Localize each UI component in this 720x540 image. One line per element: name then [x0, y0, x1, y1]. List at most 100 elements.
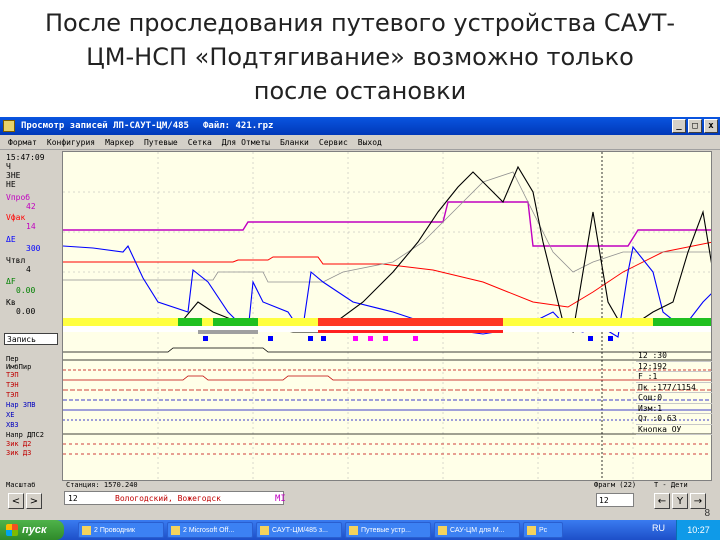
- status-segment-green: [653, 318, 711, 326]
- station-mi: MI: [275, 494, 286, 504]
- app-window: Просмотр записей ЛП-САУТ-ЦМ/485 Файл: 42…: [0, 117, 720, 520]
- taskbar-item-label: САУТ-ЦМ/485 з...: [272, 526, 328, 534]
- speed-limit-line: [63, 201, 711, 247]
- window-title: Просмотр записей ЛП-САУТ-ЦМ/485: [21, 121, 189, 131]
- brake-value: 4: [26, 265, 31, 274]
- station-number: 12: [68, 494, 78, 503]
- app-icon: [3, 120, 15, 132]
- vfact-label: Vфак: [6, 213, 26, 222]
- status-segment-green: [178, 318, 202, 326]
- menu-item-blanks[interactable]: Бланки: [280, 138, 309, 147]
- parameter-panel: 15:47:09 Ч ЗНЕ НЕ Vпроб 42 Vфак 14 ΔE 30…: [0, 151, 62, 431]
- fragment-input[interactable]: 12: [596, 493, 634, 507]
- scale-left-button[interactable]: <: [8, 493, 24, 509]
- channel-label: Зик Д2: [6, 440, 32, 448]
- info-row: Кнопка ОУ: [636, 425, 712, 435]
- status-segment-gray: [198, 330, 258, 334]
- info-row: Изм:1: [636, 404, 712, 414]
- df-label: ΔF: [6, 277, 16, 286]
- taskbar-item[interactable]: 2 Microsoft Off...: [167, 522, 253, 538]
- slide-title-line-3: после остановки: [253, 77, 467, 105]
- window-titlebar[interactable]: Просмотр записей ЛП-САУТ-ЦМ/485 Файл: 42…: [0, 117, 720, 135]
- info-row: Qт :0.63: [636, 414, 712, 425]
- channel-label: Пер: [6, 355, 19, 363]
- de-value: 300: [26, 244, 41, 253]
- menu-item-config[interactable]: Конфигурия: [47, 138, 95, 147]
- channel-traces: [63, 347, 711, 455]
- taskbar-item[interactable]: САУТ-ЦМ/485 з...: [256, 522, 342, 538]
- windows-logo-icon: [6, 524, 18, 536]
- status-segment-red: [318, 330, 503, 333]
- de-label: ΔE: [6, 235, 16, 244]
- menu-item-exit[interactable]: Выход: [358, 138, 382, 147]
- slide-title-line-1: После проследования путевого устройства …: [44, 9, 676, 37]
- channel-label: ТЭЛ: [6, 391, 19, 399]
- language-indicator[interactable]: RU: [652, 523, 665, 533]
- step-mid-button[interactable]: Y: [672, 493, 688, 509]
- minimize-button[interactable]: _: [672, 119, 686, 133]
- time-readout: 15:47:09: [6, 153, 45, 162]
- menu-item-marks[interactable]: Для Отметы: [222, 138, 270, 147]
- menu-item-marker[interactable]: Маркер: [105, 138, 134, 147]
- event-marks: [203, 336, 613, 341]
- menu-item-service[interactable]: Сервис: [319, 138, 348, 147]
- channel-label: ТЭП: [6, 371, 19, 379]
- office-icon: [171, 525, 180, 535]
- kv-value: 0.00: [16, 307, 36, 316]
- brake-label: Чтвл: [6, 256, 26, 265]
- record-button[interactable]: Запись: [4, 333, 58, 345]
- taskbar-item[interactable]: 2 Проводник: [78, 522, 164, 538]
- vproj-label: Vпроб: [6, 193, 31, 202]
- info-row: Сош:0: [636, 393, 712, 404]
- menu-item-format[interactable]: Формат: [8, 138, 37, 147]
- recording-plot[interactable]: [62, 151, 712, 481]
- app-icon: [527, 525, 536, 535]
- taskbar-item-label: Рс: [539, 526, 548, 534]
- start-button[interactable]: пуск: [0, 520, 64, 540]
- start-label: пуск: [22, 524, 47, 536]
- page-number: 8: [704, 508, 710, 519]
- bottom-controls: Масштаб < > Станция: 1570.240 12 Вологод…: [0, 481, 720, 520]
- taskbar-item-label: 2 Проводник: [94, 526, 135, 534]
- taskbar-item[interactable]: САУ-ЦМ для М...: [434, 522, 520, 538]
- step-prev-button[interactable]: ←: [654, 493, 670, 509]
- slide-title: После проследования путевого устройства …: [0, 6, 720, 118]
- status-segment-red: [318, 318, 503, 326]
- station-label: Станция: 1570.240: [66, 481, 138, 489]
- taskbar: пуск 2 Проводник 2 Microsoft Off... САУТ…: [0, 520, 720, 540]
- system-clock[interactable]: 10:27: [676, 520, 720, 540]
- close-button[interactable]: x: [704, 119, 718, 133]
- gradient-line: [63, 171, 711, 283]
- status-segment-green: [213, 318, 258, 326]
- maximize-button[interactable]: □: [688, 119, 702, 133]
- taskbar-item-label: Путевые устр...: [361, 526, 411, 534]
- taskbar-item-label: 2 Microsoft Off...: [183, 526, 235, 534]
- df-value: 0.00: [16, 286, 36, 295]
- taskbar-item[interactable]: Путевые устр...: [345, 522, 431, 538]
- plot-svg: [63, 152, 711, 480]
- app-icon: [260, 525, 269, 535]
- channel-label: Напр ДПС2: [6, 431, 44, 439]
- param-line: ЗНЕ: [6, 171, 21, 180]
- taskbar-item[interactable]: Рс: [523, 522, 563, 538]
- folder-icon: [82, 525, 91, 535]
- info-panel: 12 :30 12:192 F :1 Пк :177/1154 Сош:0 Из…: [636, 351, 712, 459]
- document-icon: [438, 525, 447, 535]
- info-row: Пк :177/1154: [636, 383, 712, 393]
- window-file: Файл: 421.rpz: [202, 121, 274, 131]
- scale-label: Масштаб: [6, 481, 36, 489]
- menu-item-track[interactable]: Путевые: [144, 138, 178, 147]
- channel-label: Нар ЗПВ: [6, 401, 36, 409]
- target-speed-line: [63, 241, 711, 308]
- station-name: Вологодский, Вожегодск: [115, 494, 221, 503]
- scale-right-button[interactable]: >: [26, 493, 42, 509]
- vproj-value: 42: [26, 202, 36, 211]
- param-line: Ч: [6, 162, 11, 171]
- slide-title-line-2: ЦМ-НСП «Подтягивание» возможно только: [86, 43, 634, 71]
- fragment-label: Фрагм (22): [594, 481, 637, 489]
- kv-label: Кв: [6, 298, 16, 307]
- station-field[interactable]: 12 Вологодский, Вожегодск MI: [64, 491, 286, 505]
- step-next-button[interactable]: →: [690, 493, 706, 509]
- menu-item-grid[interactable]: Сетка: [188, 138, 212, 147]
- taskbar-item-label: САУ-ЦМ для М...: [450, 526, 505, 534]
